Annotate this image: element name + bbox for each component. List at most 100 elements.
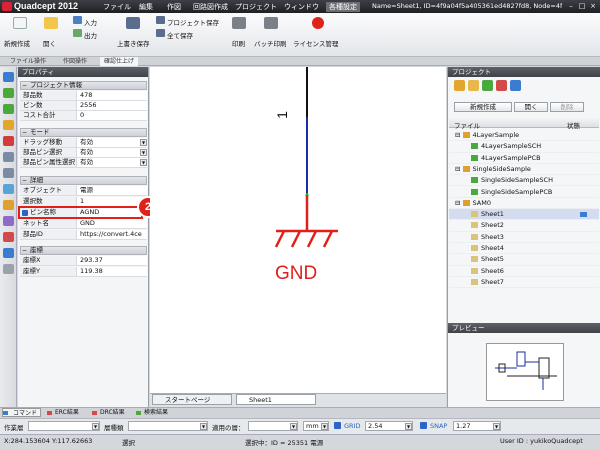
open-button[interactable]: 開く bbox=[43, 38, 56, 48]
tree-item[interactable]: 4LayerSampleSCH bbox=[449, 141, 599, 153]
project-toolbar-icon-3[interactable] bbox=[482, 80, 493, 91]
prop-row: 部品ID https://convert.4ce bbox=[20, 230, 147, 240]
section-project-info[interactable]: プロジェクト情報 bbox=[20, 81, 147, 90]
zoom-fit-icon[interactable] bbox=[3, 120, 14, 130]
close-icon[interactable]: × bbox=[588, 2, 598, 11]
menu-project[interactable]: プロジェクト bbox=[235, 2, 277, 12]
tree-item[interactable]: Sheet5 bbox=[449, 254, 599, 266]
project-new-button[interactable]: 新規作成 bbox=[454, 102, 512, 112]
select-tool-icon[interactable] bbox=[3, 72, 14, 82]
unit-select[interactable]: mm ▼ bbox=[303, 421, 329, 431]
col-status: 状態 bbox=[567, 122, 580, 130]
prop-row-dropdown[interactable]: 部品ピン属性選択 有効 ▼ bbox=[20, 158, 147, 168]
expand-toggle-icon[interactable]: ⊟ bbox=[455, 199, 463, 207]
zoom-in-icon[interactable] bbox=[3, 152, 14, 162]
project-delete-button[interactable]: 削除 bbox=[550, 102, 584, 112]
snap-select[interactable]: 1.27 ▼ bbox=[453, 421, 501, 431]
tree-item-label: 4LayerSamplePCB bbox=[481, 153, 541, 162]
tab-sheet1[interactable]: Sheet1 bbox=[236, 394, 316, 405]
tree-item[interactable]: ⊟ SAM0 bbox=[449, 198, 599, 210]
tree-item[interactable]: ⊟ 4LayerSample bbox=[449, 130, 599, 142]
tree-item[interactable]: Sheet2 bbox=[449, 220, 599, 232]
back-arrow-icon[interactable] bbox=[3, 88, 14, 98]
tree-item-label: Sheet5 bbox=[481, 255, 504, 264]
tree-item[interactable]: ⊟ SingleSideSample bbox=[449, 164, 599, 176]
prop-row-dropdown[interactable]: ドラッグ移動 有効 ▼ bbox=[20, 138, 147, 148]
tab-draw-ops[interactable]: 作図操作 bbox=[59, 57, 91, 66]
tree-item-label: Sheet7 bbox=[481, 277, 504, 286]
layer-select[interactable]: ▼ bbox=[28, 421, 100, 431]
menu-settings[interactable]: 各種設定 bbox=[326, 2, 360, 12]
erc-icon[interactable] bbox=[3, 232, 14, 242]
tab-file-ops[interactable]: ファイル操作 bbox=[6, 57, 50, 66]
zoom-out-icon[interactable] bbox=[3, 168, 14, 178]
menu-draw[interactable]: 作図 bbox=[167, 2, 181, 12]
project-open-button[interactable]: 開く bbox=[514, 102, 548, 112]
layer-label: 作業層 bbox=[4, 424, 24, 432]
new-button[interactable]: 新規作成 bbox=[4, 38, 30, 48]
forward-arrow-icon[interactable] bbox=[3, 104, 14, 114]
prop-row-dropdown[interactable]: 部品ピン選択 有効 ▼ bbox=[20, 148, 147, 158]
layer-type-select[interactable]: ▼ bbox=[128, 421, 208, 431]
section-detail[interactable]: 詳細 bbox=[20, 176, 147, 185]
print-button[interactable]: 印刷 bbox=[232, 38, 245, 48]
grid-checkbox[interactable] bbox=[334, 422, 341, 429]
net-label: GND bbox=[275, 263, 318, 284]
tree-item[interactable]: Sheet3 bbox=[449, 232, 599, 243]
tool-misc-icon[interactable] bbox=[3, 264, 14, 274]
document-info: Name=Sheet1, ID=4f9a04f5a405361ed4827fd8… bbox=[372, 2, 562, 10]
menu-edit[interactable]: 編集 bbox=[139, 2, 153, 12]
snap-checkbox[interactable] bbox=[420, 422, 427, 429]
grid-select[interactable]: 2.54 ▼ bbox=[365, 421, 413, 431]
menu-window[interactable]: ウィンドウ bbox=[284, 2, 319, 12]
import-button[interactable]: 入力 bbox=[84, 17, 97, 27]
project-toolbar-icon-5[interactable] bbox=[510, 80, 521, 91]
tree-item[interactable]: Sheet6 bbox=[449, 266, 599, 277]
prop-row: ネット名 GND bbox=[20, 219, 147, 229]
sheet-file-icon bbox=[471, 222, 478, 229]
open-status-icon bbox=[580, 212, 587, 218]
expand-toggle-icon[interactable]: ⊟ bbox=[455, 165, 463, 173]
tree-item[interactable]: SingleSideSampleSCH bbox=[449, 175, 599, 187]
export-button[interactable]: 出力 bbox=[84, 30, 97, 40]
preview-thumbnail[interactable] bbox=[486, 343, 564, 401]
tree-item-label: Sheet6 bbox=[481, 266, 504, 275]
overwrite-save-button[interactable]: 上書き保存 bbox=[117, 38, 150, 48]
tab-start-page[interactable]: スタートページ bbox=[152, 394, 232, 405]
search-icon bbox=[136, 411, 141, 415]
menu-schematic[interactable]: 回路図作成 bbox=[193, 2, 228, 12]
tree-item[interactable]: 4LayerSamplePCB bbox=[449, 153, 599, 164]
apply-layer-select[interactable]: ▼ bbox=[248, 421, 298, 431]
schematic-canvas[interactable]: 1 GND bbox=[150, 67, 446, 393]
project-toolbar-icon-4[interactable] bbox=[496, 80, 507, 91]
project-toolbar-icon-2[interactable] bbox=[468, 80, 479, 91]
tree-item-label: Sheet2 bbox=[481, 221, 504, 230]
section-coords[interactable]: 座標 bbox=[20, 246, 147, 255]
tree-item-label: SingleSideSampleSCH bbox=[481, 176, 553, 185]
tree-item[interactable]: Sheet4 bbox=[449, 243, 599, 255]
tab-finish[interactable]: 確認仕上げ bbox=[100, 57, 139, 66]
maximize-icon[interactable]: □ bbox=[577, 2, 587, 11]
pin-number: 1 bbox=[273, 111, 290, 119]
license-icon bbox=[312, 17, 324, 29]
stop-icon[interactable] bbox=[3, 136, 14, 146]
expand-toggle-icon[interactable]: ⊟ bbox=[455, 131, 463, 139]
tree-item[interactable]: SingleSideSamplePCB bbox=[449, 187, 599, 198]
tree-item[interactable]: Sheet1 bbox=[449, 209, 599, 221]
tree-item-label: Sheet4 bbox=[481, 244, 504, 252]
folder-icon bbox=[44, 17, 58, 29]
snap-label: SNAP bbox=[430, 422, 448, 430]
project-toolbar-icon-1[interactable] bbox=[454, 80, 465, 91]
layer-icon[interactable] bbox=[3, 216, 14, 226]
pan-icon[interactable] bbox=[3, 184, 14, 194]
license-button[interactable]: ライセンス管理 bbox=[293, 38, 338, 48]
section-mode[interactable]: モード bbox=[20, 128, 147, 137]
batch-print-button[interactable]: バッチ印刷 bbox=[254, 38, 287, 48]
save-all-button[interactable]: 全て保存 bbox=[167, 30, 193, 40]
settings-gear-icon[interactable] bbox=[3, 248, 14, 258]
measure-icon[interactable] bbox=[3, 200, 14, 210]
menu-file[interactable]: ファイル bbox=[103, 2, 131, 12]
tree-item[interactable]: Sheet7 bbox=[449, 277, 599, 289]
minimize-icon[interactable]: – bbox=[566, 2, 576, 11]
project-save-button[interactable]: プロジェクト保存 bbox=[167, 17, 219, 27]
